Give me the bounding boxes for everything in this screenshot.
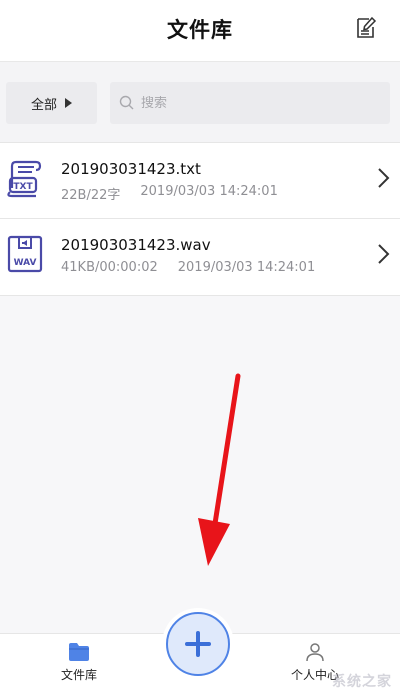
wav-icon-label: WAV bbox=[14, 258, 37, 268]
nav-tab-library[interactable]: 文件库 bbox=[48, 642, 110, 692]
file-meta: 41KB/00:00:02 2019/03/03 14:24:01 bbox=[61, 260, 315, 275]
page-title: 文件库 bbox=[167, 18, 233, 42]
search-icon bbox=[119, 95, 134, 110]
file-size: 22B/22字 bbox=[61, 188, 121, 203]
wav-file-icon: WAV bbox=[6, 234, 44, 274]
plus-icon bbox=[185, 631, 211, 657]
file-meta: 22B/22字 2019/03/03 14:24:01 bbox=[61, 184, 278, 203]
file-name: 201903031423.wav bbox=[61, 236, 211, 254]
file-date: 2019/03/03 14:24:01 bbox=[177, 260, 316, 275]
file-list: TXT 201903031423.txt 22B/22字 2019/03/03 … bbox=[0, 142, 400, 296]
annotation-arrow bbox=[198, 373, 241, 566]
caret-right-icon bbox=[65, 98, 72, 108]
top-bar: 文件库 bbox=[0, 0, 400, 62]
edit-note-button[interactable] bbox=[354, 16, 378, 40]
txt-icon-label: TXT bbox=[13, 182, 33, 192]
person-icon bbox=[306, 643, 324, 662]
chevron-right-icon bbox=[378, 168, 390, 188]
txt-file-icon: TXT bbox=[6, 158, 44, 198]
file-name: 201903031423.txt bbox=[61, 160, 201, 178]
edit-note-icon bbox=[357, 16, 377, 38]
add-file-button[interactable] bbox=[166, 612, 230, 676]
file-size: 41KB/00:00:02 bbox=[61, 260, 158, 275]
file-row-wav[interactable]: WAV 201903031423.wav 41KB/00:00:02 2019/… bbox=[0, 219, 400, 296]
search-input[interactable] bbox=[141, 95, 371, 111]
folder-icon bbox=[69, 643, 89, 661]
app-screen: 文件库 全部 搜索 TXT 201903031423.txt 22B/22字 2… bbox=[0, 0, 400, 697]
nav-library-label: 文件库 bbox=[60, 668, 97, 682]
search-box[interactable] bbox=[110, 82, 390, 124]
file-date: 2019/03/03 14:24:01 bbox=[140, 184, 278, 199]
filter-all-dropdown[interactable]: 全部 bbox=[6, 82, 97, 124]
chevron-right-icon bbox=[378, 244, 390, 264]
filter-bar: 全部 bbox=[0, 62, 400, 142]
site-watermark: 系统之家 bbox=[332, 674, 392, 690]
file-row-txt[interactable]: TXT 201903031423.txt 22B/22字 2019/03/03 … bbox=[0, 142, 400, 219]
filter-all-label: 全部 bbox=[30, 97, 57, 113]
